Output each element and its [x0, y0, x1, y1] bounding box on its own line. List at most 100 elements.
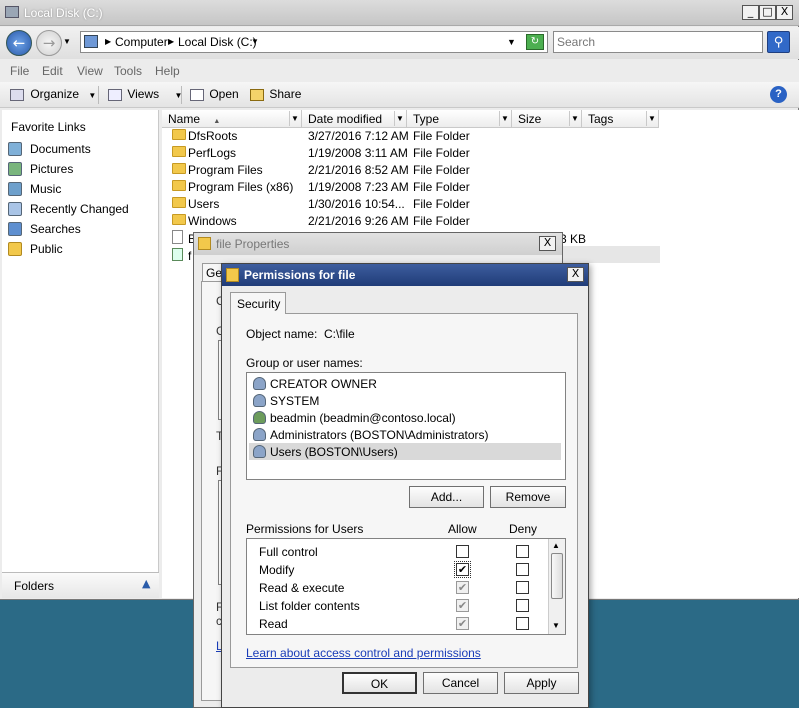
address-dropdown-icon[interactable]: ▼ [507, 37, 516, 47]
column-header-name[interactable]: Name ▲ ▼ [162, 110, 302, 128]
refresh-icon[interactable]: ↻ [526, 34, 544, 50]
deny-checkbox-full-control[interactable] [516, 545, 529, 558]
deny-checkbox-read[interactable] [516, 617, 529, 630]
user-listbox[interactable]: CREATOR OWNER SYSTEM beadmin (beadmin@co… [246, 372, 566, 480]
chevron-down-icon[interactable]: ▼ [569, 111, 580, 126]
user-group-icon [253, 394, 266, 407]
navigation-pane: Favorite Links Documents Pictures Music … [2, 110, 159, 598]
chevron-down-icon[interactable]: ▼ [289, 111, 300, 126]
file-row[interactable]: PerfLogs 1/19/2008 3:11 AM File Folder [162, 144, 470, 161]
ok-button[interactable]: OK [342, 672, 417, 694]
selected-row-highlight [560, 246, 660, 263]
user-group-icon [253, 377, 266, 390]
remove-button[interactable]: Remove [490, 486, 566, 508]
public-folder-icon [8, 242, 22, 256]
permission-row: Full control [247, 542, 547, 560]
open-button[interactable]: Open [190, 87, 239, 101]
allow-checkbox-list-folder-contents[interactable]: ✔ [456, 599, 469, 612]
file-row[interactable]: Program Files 2/21/2016 8:52 AM File Fol… [162, 161, 470, 178]
close-button[interactable]: X [567, 267, 584, 282]
breadcrumb-computer[interactable]: Computer [115, 35, 168, 49]
add-button[interactable]: Add... [409, 486, 484, 508]
permissions-title: Permissions for file [244, 268, 356, 282]
close-button[interactable]: X [776, 5, 793, 20]
search-icon[interactable]: ⚲ [767, 31, 790, 53]
menu-tools[interactable]: Tools [114, 64, 142, 78]
user-item-users-selected[interactable]: Users (BOSTON\Users) [249, 443, 561, 460]
deny-checkbox-read-execute[interactable] [516, 581, 529, 594]
file-row[interactable]: Users 1/30/2016 10:54... File Folder [162, 195, 470, 212]
menu-edit[interactable]: Edit [42, 64, 63, 78]
properties-titlebar[interactable]: file Properties X [194, 233, 562, 255]
breadcrumb-local-disk[interactable]: Local Disk (C:) [178, 35, 257, 49]
deny-checkbox-list-folder-contents[interactable] [516, 599, 529, 612]
allow-checkbox-read[interactable]: ✔ [456, 617, 469, 630]
open-icon [190, 88, 204, 101]
column-header-date-modified[interactable]: Date modified ▼ [302, 110, 407, 128]
share-icon [250, 88, 264, 101]
apply-button[interactable]: Apply [504, 672, 579, 694]
folder-icon [172, 163, 186, 174]
searches-icon [8, 222, 22, 236]
user-group-icon [253, 428, 266, 441]
file-row[interactable]: Program Files (x86) 1/19/2008 7:23 AM Fi… [162, 178, 470, 195]
breadcrumb-chevron-icon[interactable]: ▶ [105, 37, 111, 46]
cancel-button[interactable]: Cancel [423, 672, 498, 694]
menu-help[interactable]: Help [155, 64, 180, 78]
organize-button[interactable]: Organize ▼ [10, 87, 96, 101]
group-names-label: Group or user names: [246, 356, 363, 370]
allow-checkbox-modify[interactable]: ✔ [454, 561, 471, 578]
help-icon[interactable]: ? [770, 86, 787, 103]
scroll-down-icon[interactable]: ▼ [552, 621, 560, 630]
chevron-down-icon[interactable]: ▼ [499, 111, 510, 126]
scroll-thumb[interactable] [551, 553, 563, 599]
learn-access-control-link[interactable]: Learn about access control and permissio… [246, 646, 481, 660]
column-header-tags[interactable]: Tags ▼ [582, 110, 659, 128]
breadcrumb-chevron-icon[interactable]: ▶ [168, 37, 174, 46]
organize-icon [10, 88, 24, 101]
folders-toggle[interactable]: Folders ▲ [2, 572, 159, 598]
permissions-list: Full control Modify ✔ Read & execute ✔ L… [246, 538, 566, 635]
documents-icon [8, 142, 22, 156]
address-row: ← → ▼ ▶ Computer ▶ Local Disk (C:) ▼ ▼ ↻… [0, 27, 799, 59]
permission-row: Read & execute ✔ [247, 578, 547, 596]
menu-file[interactable]: File [10, 64, 29, 78]
toolbar-divider [98, 86, 99, 104]
user-item-administrators[interactable]: Administrators (BOSTON\Administrators) [249, 426, 561, 443]
user-item-beadmin[interactable]: beadmin (beadmin@contoso.local) [249, 409, 561, 426]
breadcrumb-chevron-icon[interactable]: ▼ [251, 37, 259, 46]
address-bar[interactable]: ▶ Computer ▶ Local Disk (C:) ▼ ▼ ↻ [80, 31, 548, 53]
tab-security[interactable]: Security [230, 292, 286, 314]
toolbar-divider [181, 86, 182, 104]
chevron-down-icon[interactable]: ▼ [394, 111, 405, 126]
user-item-system[interactable]: SYSTEM [249, 392, 561, 409]
permissions-scrollbar[interactable]: ▲ ▼ [548, 539, 565, 634]
deny-header: Deny [509, 522, 538, 536]
allow-checkbox-full-control[interactable] [456, 545, 469, 558]
security-panel: Object name: C:\file Group or user names… [230, 313, 578, 668]
forward-arrow-icon[interactable]: → [36, 30, 62, 56]
search-input[interactable]: Search [553, 31, 763, 53]
column-header-size[interactable]: Size ▼ [512, 110, 582, 128]
maximize-button[interactable]: □ [759, 5, 776, 20]
column-header-type[interactable]: Type ▼ [407, 110, 512, 128]
recent-pages-chevron-icon[interactable]: ▼ [63, 37, 71, 46]
allow-checkbox-read-execute[interactable]: ✔ [456, 581, 469, 594]
views-button[interactable]: Views ▼ [108, 87, 182, 101]
chevron-down-icon[interactable]: ▼ [646, 111, 657, 126]
file-row[interactable]: Windows 2/21/2016 9:26 AM File Folder [162, 212, 470, 229]
back-arrow-icon[interactable]: ← [6, 30, 32, 56]
explorer-titlebar[interactable]: Local Disk (C:) _ □ X [0, 0, 799, 26]
close-button[interactable]: X [539, 236, 556, 251]
menu-view[interactable]: View [77, 64, 103, 78]
user-item-creator-owner[interactable]: CREATOR OWNER [249, 375, 561, 392]
permissions-dialog: Permissions for file X Security Object n… [221, 263, 589, 708]
share-button[interactable]: Share [250, 87, 301, 101]
permissions-titlebar[interactable]: Permissions for file X [222, 264, 588, 286]
minimize-button[interactable]: _ [742, 5, 759, 20]
drive-icon [5, 6, 19, 18]
file-row[interactable]: DfsRoots 3/27/2016 7:12 AM File Folder [162, 127, 470, 144]
deny-checkbox-modify[interactable] [516, 563, 529, 576]
scroll-up-icon[interactable]: ▲ [552, 541, 560, 550]
favorite-links-heading: Favorite Links [11, 120, 86, 134]
